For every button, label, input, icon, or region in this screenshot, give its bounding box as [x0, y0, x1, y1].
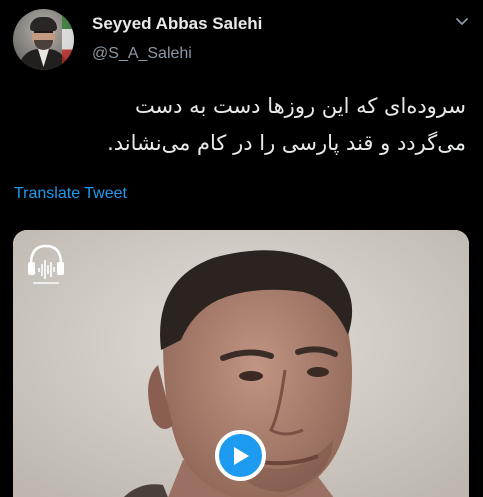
avatar-flag: [62, 9, 74, 70]
headphones-logo-icon: [28, 244, 64, 284]
avatar-hair: [30, 17, 57, 31]
play-icon: [233, 446, 249, 465]
tweet-card[interactable]: Seyyed Abbas Salehi @S_A_Salehi سروده‌ای…: [0, 0, 483, 497]
tweet-text-line: سروده‌ای که این روزها دست به دست: [134, 94, 466, 118]
tweet-text: سروده‌ای که این روزها دست به دست می‌گردد…: [14, 88, 466, 162]
play-button[interactable]: [215, 430, 266, 481]
translate-tweet-link[interactable]: Translate Tweet: [14, 185, 127, 203]
tweet-text-line: می‌گردد و قند پارسی را در کام می‌نشاند.: [107, 131, 466, 155]
avatar[interactable]: [13, 9, 74, 70]
avatar-glasses: [34, 31, 53, 37]
chevron-down-icon[interactable]: [454, 14, 470, 30]
author-handle[interactable]: @S_A_Salehi: [92, 45, 192, 63]
video-player[interactable]: [13, 230, 469, 497]
author-display-name[interactable]: Seyyed Abbas Salehi: [92, 14, 262, 34]
